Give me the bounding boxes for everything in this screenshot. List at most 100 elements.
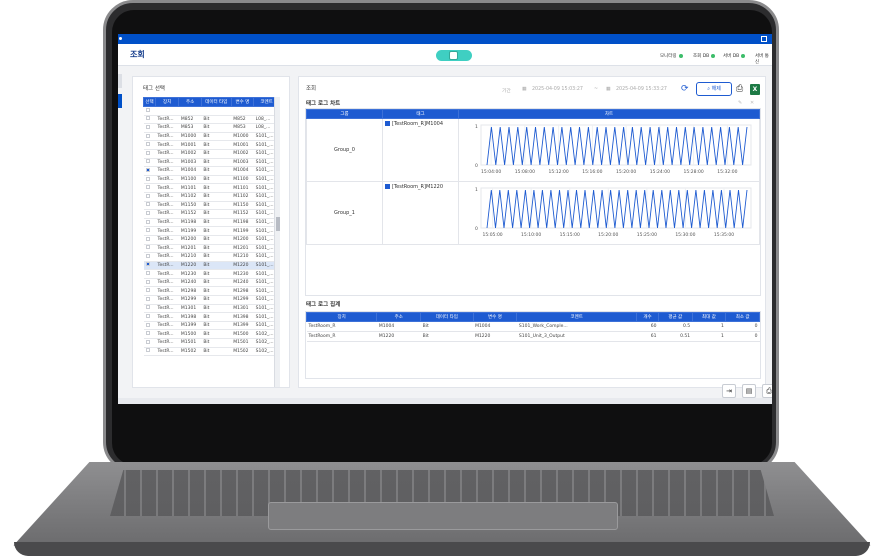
row-checkbox[interactable] [145, 262, 150, 267]
row-checkbox[interactable] [145, 142, 150, 147]
row-checkbox[interactable] [145, 202, 150, 207]
cell-addr: M1150 [178, 201, 202, 211]
table-row[interactable]: TestR... M852 Bit M852 L08_... [143, 115, 280, 125]
row-checkbox[interactable] [145, 236, 150, 241]
table-row[interactable]: TestR... M1220 Bit M1220 S101_... [143, 261, 280, 271]
table-row[interactable]: TestR... M1399 Bit M1399 S101_... [143, 321, 280, 331]
table-row[interactable]: TestR... M1502 Bit M1502 S102_... [143, 347, 280, 357]
row-checkbox[interactable] [145, 245, 150, 250]
row-checkbox[interactable] [145, 279, 150, 284]
table-row[interactable]: TestR... M1100 Bit M1100 S101_... [143, 175, 280, 185]
table-row[interactable]: TestR... M1398 Bit M1398 S101_... [143, 312, 280, 322]
save-icon[interactable]: ▤ [742, 384, 756, 398]
summary-row[interactable]: TestRoom_R M1004 Bit M1004 S101_Work_Comple.… [306, 321, 760, 332]
table-row[interactable]: TestR... M1200 Bit M1200 S101_... [143, 235, 280, 245]
tag-col-header[interactable]: 선택 [143, 97, 156, 107]
table-row[interactable]: TestR... M1002 Bit M1002 S101_... [143, 149, 280, 159]
summary-row[interactable]: TestRoom_R M1220 Bit M1220 S101_Unit_3_Outpu… [306, 331, 760, 342]
summary-col-header[interactable]: 평균 값 [658, 312, 693, 322]
table-row[interactable]: TestR... M1501 Bit M1501 S102_... [143, 338, 280, 348]
table-row[interactable]: TestR... M1101 Bit M1101 S101_... [143, 183, 280, 193]
row-checkbox[interactable] [145, 176, 150, 181]
summary-col-header[interactable]: 개수 [635, 312, 660, 322]
row-checkbox[interactable] [145, 228, 150, 233]
table-row[interactable]: TestR... M1500 Bit M1500 S102_... [143, 329, 280, 340]
row-checkbox[interactable] [145, 185, 150, 190]
row-checkbox[interactable] [145, 124, 150, 129]
summary-col-header[interactable]: 코멘트 [516, 312, 637, 322]
select-all-row[interactable] [143, 106, 280, 116]
tag-col-header[interactable]: 장치 [154, 97, 180, 107]
table-row[interactable]: TestR... M1004 Bit M1004 S101_... [143, 166, 280, 176]
tag-col-header[interactable]: 주소 [178, 97, 202, 107]
app-header: 조회 모니터링 조회 DB 서버 DB 서버 통신 [118, 44, 772, 66]
row-checkbox[interactable] [145, 159, 150, 164]
summary-col-header[interactable]: 최소 값 [725, 312, 760, 322]
table-row[interactable]: TestR... M1003 Bit M1003 S101_... [143, 158, 280, 168]
row-checkbox[interactable] [145, 271, 150, 276]
summary-col-header[interactable]: 장치 [305, 312, 378, 322]
cell-addr: M1398 [178, 312, 202, 322]
summary-cell: 1 [692, 321, 726, 332]
start-date-input[interactable]: 2025-04-09 15:03:27 [532, 87, 583, 92]
table-row[interactable]: TestR... M1199 Bit M1199 S101_... [143, 226, 280, 236]
horizontal-scrollbar[interactable] [118, 398, 772, 404]
table-row[interactable]: TestR... M1230 Bit M1230 S101_... [143, 269, 280, 279]
table-row[interactable]: TestR... M1298 Bit M1298 S101_... [143, 286, 280, 297]
row-checkbox[interactable] [145, 193, 150, 198]
table-row[interactable]: TestR... M1210 Bit M1210 S101_... [143, 252, 280, 262]
row-checkbox[interactable] [145, 331, 150, 336]
row-checkbox[interactable] [145, 219, 150, 224]
table-row[interactable]: TestR... M1301 Bit M1301 S101_... [143, 304, 280, 314]
row-checkbox[interactable] [145, 288, 150, 293]
print-icon[interactable]: ⎙ [736, 84, 746, 95]
table-row[interactable]: TestR... M1102 Bit M1102 S101_... [143, 192, 280, 202]
tag-col-header[interactable]: 변수 명 [230, 97, 255, 107]
end-date-input[interactable]: 2025-04-09 15:33:27 [616, 87, 667, 92]
sidebar-tab[interactable] [118, 74, 122, 88]
table-row[interactable]: TestR... M1299 Bit M1299 S101_... [143, 295, 280, 305]
summary-col-header[interactable]: 데이터 타입 [420, 312, 474, 322]
calendar-icon[interactable]: ▦ [522, 87, 527, 92]
table-row[interactable]: TestR... M1240 Bit M1240 S101_... [143, 278, 280, 288]
row-checkbox[interactable] [145, 133, 150, 138]
print-bottom-icon[interactable]: ⎙ [762, 384, 772, 398]
table-row[interactable]: TestR... M1001 Bit M1001 S101_... [143, 140, 280, 150]
table-row[interactable]: TestR... M853 Bit M853 L08_... [143, 123, 280, 133]
refresh-icon[interactable]: ⟳ [681, 85, 689, 94]
mode-toggle[interactable] [436, 50, 472, 61]
export-icon[interactable]: ⇥ [722, 384, 736, 398]
row-checkbox[interactable] [145, 150, 150, 155]
sidebar-tab-active[interactable] [118, 94, 122, 108]
calendar-icon[interactable]: ▦ [606, 87, 611, 92]
cell-type: Bit [201, 115, 232, 125]
select-all-checkbox[interactable] [145, 107, 150, 112]
cell-dev: TestR... [155, 304, 179, 314]
tag-table-scrollbar[interactable] [274, 97, 280, 387]
table-row[interactable]: TestR... M1150 Bit M1150 S101_... [143, 201, 280, 211]
row-checkbox[interactable] [145, 116, 150, 121]
maximize-icon[interactable] [761, 36, 767, 42]
row-checkbox[interactable] [145, 348, 150, 353]
row-checkbox[interactable] [145, 305, 150, 310]
summary-col-header[interactable]: 변수 명 [472, 312, 518, 322]
table-row[interactable]: TestR... M1152 Bit M1152 S101_... [143, 209, 280, 219]
table-row[interactable]: TestR... M1000 Bit M1000 S101_... [143, 132, 280, 142]
row-checkbox[interactable] [145, 167, 150, 172]
summary-col-header[interactable]: 최대 값 [691, 312, 727, 322]
edit-icon[interactable]: ✎ [738, 100, 742, 106]
row-checkbox[interactable] [145, 314, 150, 319]
scrollbar-thumb[interactable] [276, 217, 280, 231]
row-checkbox[interactable] [145, 322, 150, 327]
table-row[interactable]: TestR... M1201 Bit M1201 S101_... [143, 244, 280, 254]
tag-col-header[interactable]: 데이터 타입 [200, 97, 232, 107]
delete-icon[interactable]: ✕ [750, 100, 754, 106]
row-checkbox[interactable] [145, 210, 150, 215]
search-button[interactable]: ⌕ 해제 [696, 82, 732, 96]
summary-col-header[interactable]: 주소 [376, 312, 422, 322]
row-checkbox[interactable] [145, 296, 150, 301]
row-checkbox[interactable] [145, 339, 150, 344]
row-checkbox[interactable] [145, 253, 150, 258]
table-row[interactable]: TestR... M1198 Bit M1198 S101_... [143, 218, 280, 228]
excel-icon[interactable]: X [750, 84, 760, 95]
